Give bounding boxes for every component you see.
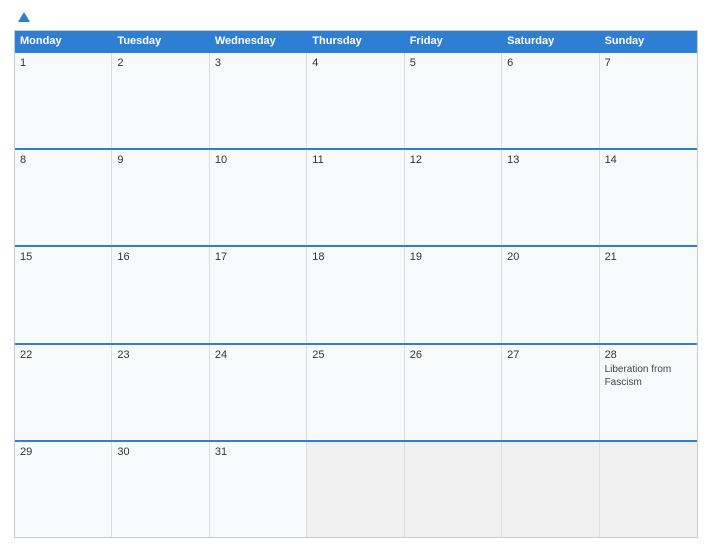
day-number: 11	[312, 154, 398, 166]
day-number: 24	[215, 349, 301, 361]
day-cell	[405, 442, 502, 537]
day-cell: 12	[405, 150, 502, 245]
day-cell: 5	[405, 53, 502, 148]
day-cell: 29	[15, 442, 112, 537]
col-header-sunday: Sunday	[600, 31, 697, 51]
day-number: 25	[312, 349, 398, 361]
day-number: 19	[410, 251, 496, 263]
day-cell: 21	[600, 247, 697, 342]
day-number: 15	[20, 251, 106, 263]
day-number: 2	[117, 57, 203, 69]
day-cell: 20	[502, 247, 599, 342]
header	[14, 12, 698, 22]
day-cell: 28 Liberation from Fascism	[600, 345, 697, 440]
day-cell: 16	[112, 247, 209, 342]
day-cell: 3	[210, 53, 307, 148]
day-cell	[307, 442, 404, 537]
day-number: 3	[215, 57, 301, 69]
day-number: 5	[410, 57, 496, 69]
week-row-4: 22 23 24 25 26 27 28 Liberation from Fascism	[15, 343, 697, 440]
day-cell: 6	[502, 53, 599, 148]
day-number: 9	[117, 154, 203, 166]
day-number: 6	[507, 57, 593, 69]
week-row-1: 1234567	[15, 51, 697, 148]
day-number: 17	[215, 251, 301, 263]
day-number: 28	[605, 349, 692, 361]
day-cell: 13	[502, 150, 599, 245]
day-number: 12	[410, 154, 496, 166]
day-cell: 18	[307, 247, 404, 342]
day-number: 23	[117, 349, 203, 361]
day-number: 1	[20, 57, 106, 69]
week-row-3: 15 16 17 18 19 20 21	[15, 245, 697, 342]
day-cell: 1	[15, 53, 112, 148]
day-number: 10	[215, 154, 301, 166]
logo	[14, 12, 30, 22]
col-header-thursday: Thursday	[307, 31, 404, 51]
day-cell: 15	[15, 247, 112, 342]
col-header-tuesday: Tuesday	[112, 31, 209, 51]
day-event: Liberation from Fascism	[605, 363, 692, 389]
day-cell: 9	[112, 150, 209, 245]
day-number: 29	[20, 446, 106, 458]
day-number: 18	[312, 251, 398, 263]
day-cell: 30	[112, 442, 209, 537]
week-row-2: 89 10 11 12 13 14	[15, 148, 697, 245]
day-number: 26	[410, 349, 496, 361]
day-cell: 24	[210, 345, 307, 440]
day-cell: 2	[112, 53, 209, 148]
day-cell: 10	[210, 150, 307, 245]
day-cell: 26	[405, 345, 502, 440]
day-cell	[502, 442, 599, 537]
col-header-monday: Monday	[15, 31, 112, 51]
day-number: 8	[20, 154, 106, 166]
day-number: 7	[605, 57, 692, 69]
day-cell: 19	[405, 247, 502, 342]
column-headers: MondayTuesdayWednesdayThursdayFridaySatu…	[15, 31, 697, 51]
day-number: 16	[117, 251, 203, 263]
day-number: 27	[507, 349, 593, 361]
day-cell: 7	[600, 53, 697, 148]
day-number: 13	[507, 154, 593, 166]
day-cell: 11	[307, 150, 404, 245]
day-cell: 4	[307, 53, 404, 148]
day-cell: 22	[15, 345, 112, 440]
day-cell: 14	[600, 150, 697, 245]
calendar-grid: MondayTuesdayWednesdayThursdayFridaySatu…	[14, 30, 698, 538]
day-number: 30	[117, 446, 203, 458]
weeks-container: 1234567891011121314151617181920212223242…	[15, 51, 697, 537]
day-cell: 23	[112, 345, 209, 440]
day-cell: 17	[210, 247, 307, 342]
col-header-friday: Friday	[405, 31, 502, 51]
day-cell: 8	[15, 150, 112, 245]
day-number: 22	[20, 349, 106, 361]
col-header-wednesday: Wednesday	[210, 31, 307, 51]
week-row-5: 29 30 31	[15, 440, 697, 537]
day-cell	[600, 442, 697, 537]
col-header-saturday: Saturday	[502, 31, 599, 51]
day-number: 4	[312, 57, 398, 69]
day-cell: 25	[307, 345, 404, 440]
logo-triangle-icon	[18, 12, 30, 22]
calendar-page: MondayTuesdayWednesdayThursdayFridaySatu…	[0, 0, 712, 550]
day-cell: 27	[502, 345, 599, 440]
day-number: 31	[215, 446, 301, 458]
day-number: 20	[507, 251, 593, 263]
day-cell: 31	[210, 442, 307, 537]
day-number: 14	[605, 154, 692, 166]
day-number: 21	[605, 251, 692, 263]
